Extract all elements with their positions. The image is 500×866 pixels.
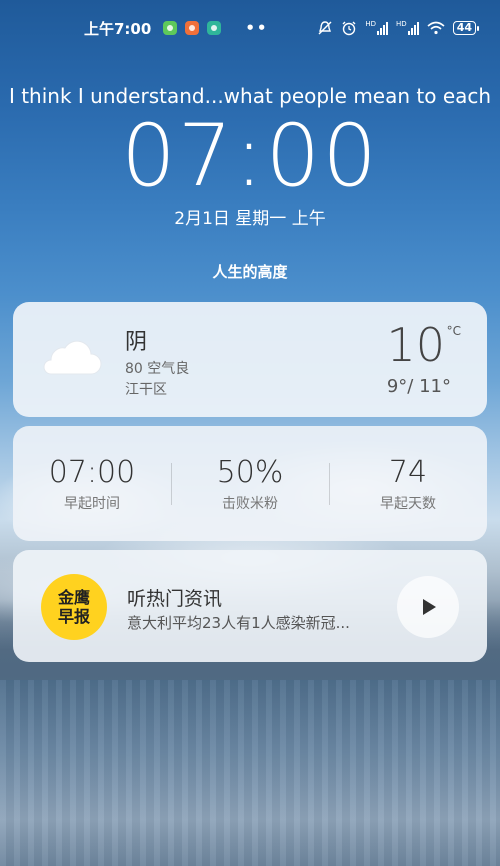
temperature-unit: °C [446,324,461,338]
weather-condition: 阴 [125,330,148,355]
app-notification-icon [185,21,200,35]
early-rise-card[interactable]: 07:00 早起时间 50% 击败米粉 74 早起天数 [13,426,487,541]
lockscreen-date: 2月1日 星期一 上午 [174,209,326,229]
stat-early-days: 74 早起天数 [329,455,487,513]
stat-label: 早起时间 [64,495,120,512]
battery-indicator: 44 [452,21,480,35]
signature-marquee: I think I understand...what people mean … [8,84,492,108]
wechat-notification-icon [163,21,178,35]
stat-value: 50% [216,454,284,490]
stat-wake-time: 07:00 早起时间 [13,455,171,513]
mute-icon [318,21,332,35]
play-button[interactable] [397,576,459,638]
play-icon [423,599,436,615]
news-subtitle: 意大利平均23人有1人感染新冠... [127,614,350,632]
signal-2-icon: HD [396,19,419,35]
security-notification-icon [207,21,222,35]
stat-label: 击败米粉 [222,495,278,512]
status-bar: 上午7:00 •• HD HD 44 [0,0,500,56]
stat-label: 早起天数 [380,495,436,512]
news-card[interactable]: 金鹰 早报 听热门资讯 意大利平均23人有1人感染新冠... [13,550,487,662]
alarm-icon [342,21,356,36]
motto-text: 人生的高度 [212,263,288,281]
wifi-icon [427,21,445,35]
current-temperature: 10 [386,318,445,372]
background-lake [0,680,500,866]
stat-value: 74 [388,454,428,490]
stat-value: 07:00 [48,454,136,490]
logo-line-2: 早报 [55,607,90,626]
logo-line-1: 金鹰 [57,588,90,607]
weather-card[interactable]: 阴 80 空气良 江干区 10 °C 9°/ 11° [13,302,487,417]
status-time: 上午7:00 [84,19,152,38]
stat-beat-percent: 50% 击败米粉 [171,455,329,513]
news-logo: 金鹰 早报 [41,574,107,640]
hd-label-1: HD [365,19,377,28]
news-title: 听热门资讯 [127,588,223,610]
hd-label-2: HD [396,19,407,28]
weather-location: 江干区 [125,382,167,398]
more-notifications-indicator: •• [245,19,269,37]
lockscreen-clock: 07:00 [121,106,379,206]
cloud-icon [43,340,102,375]
signal-1-icon: HD [365,19,389,35]
temperature-range: 9°/ 11° [386,376,451,397]
air-quality: 80 空气良 [125,361,190,377]
